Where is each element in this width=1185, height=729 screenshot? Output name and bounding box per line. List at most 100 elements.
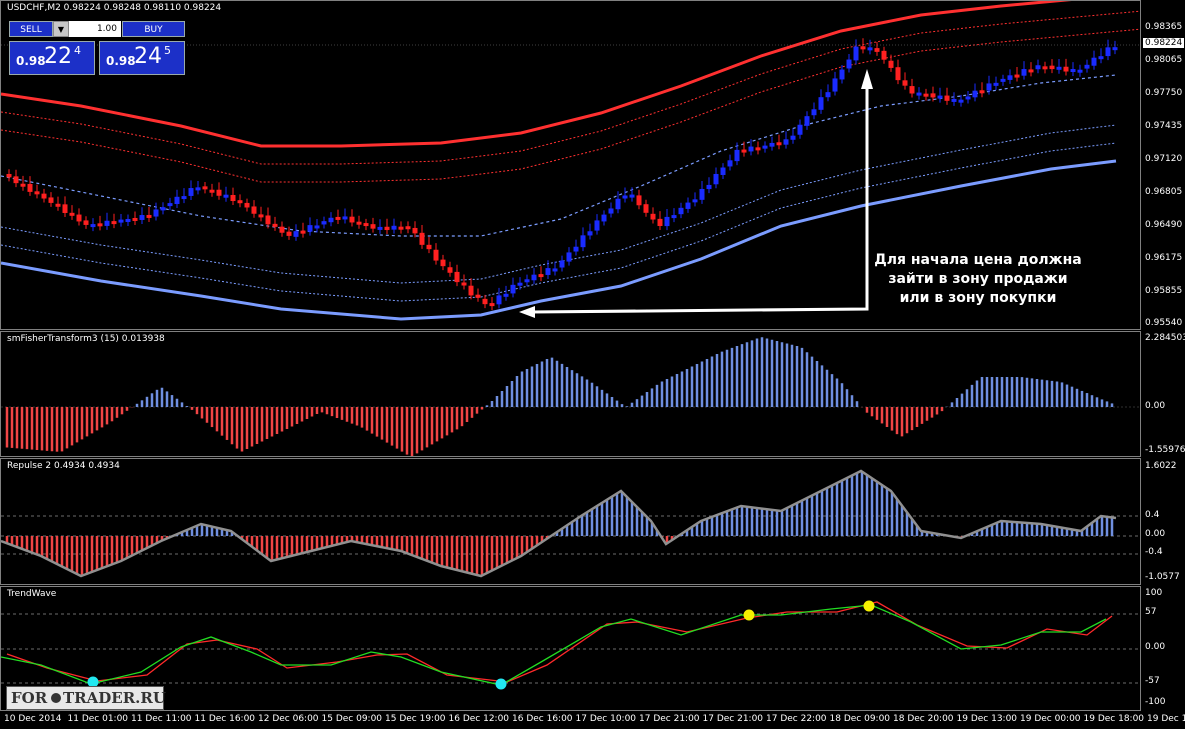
time-tick: 18 Dec 09:00 [829, 714, 891, 724]
price-tick: 0.96490 [1145, 220, 1183, 230]
time-tick: 11 Dec 11:00 [131, 714, 192, 724]
candle-body [804, 116, 810, 126]
candle-body [328, 217, 334, 223]
candle-body [1063, 66, 1069, 72]
candle-body [1091, 57, 1097, 66]
symbol-header: USDCHF,M2 0.98224 0.98248 0.98110 0.9822… [7, 3, 222, 13]
repulse-tick: 1.6022 [1145, 461, 1177, 471]
candle-body [958, 99, 964, 103]
candle-body [125, 218, 131, 222]
candle-body [1000, 78, 1006, 82]
candle-body [377, 226, 383, 230]
candle-body [300, 230, 306, 234]
candle-body [1028, 69, 1034, 73]
candle-body [349, 216, 355, 223]
candle-body [34, 191, 40, 195]
candle-body [83, 220, 89, 225]
candle-body [643, 204, 649, 213]
time-tick: 17 Dec 21:00 [702, 714, 764, 724]
price-tick: 0.97435 [1145, 121, 1183, 131]
candle-body [76, 214, 82, 222]
price-tick: 0.97750 [1145, 88, 1183, 98]
candle-body [272, 223, 278, 227]
trendwave-indicator-pane[interactable]: TrendWave [0, 586, 1141, 711]
candle-body [818, 97, 824, 110]
repulse-tick: 0.00 [1145, 529, 1166, 539]
fisher-histogram [1, 337, 1140, 456]
candle-body [636, 195, 642, 206]
candle-body [118, 219, 124, 223]
candle-body [265, 215, 271, 225]
candle-body [468, 285, 474, 296]
bid-big: 22 [44, 44, 72, 69]
candle-body [783, 139, 789, 145]
fisher-tick: 2.284503 [1145, 333, 1185, 343]
price-tick: 0.98065 [1145, 55, 1183, 65]
candle-body [321, 221, 327, 225]
trendwave-tick: 0.00 [1145, 642, 1166, 652]
candle-body [587, 231, 593, 236]
candle-body [874, 48, 880, 52]
candle-body [153, 209, 159, 217]
lot-spinner-down-icon[interactable]: ▼ [53, 21, 69, 37]
candle-body [881, 50, 887, 60]
trendwave-tick: -100 [1145, 697, 1166, 707]
ask-small: 0.98 [106, 54, 136, 68]
arrow-head-left-icon [519, 306, 535, 318]
sell-button[interactable]: SELL [9, 21, 53, 37]
candle-body [510, 284, 516, 294]
candle-body [1070, 69, 1076, 73]
candle-body [104, 220, 110, 226]
candle-body [664, 216, 670, 227]
candle-body [342, 216, 348, 220]
candle-body [146, 214, 152, 218]
candle-body [398, 226, 404, 230]
candle-body [160, 207, 166, 211]
candle-body [230, 194, 236, 202]
trendwave-lines [1, 600, 1140, 690]
candle-body [769, 142, 775, 147]
repulse-indicator-pane[interactable]: Repulse 2 0.4934 0.4934 [0, 458, 1141, 585]
candle-body [293, 231, 299, 237]
candle-body [27, 183, 33, 192]
candle-body [447, 267, 453, 273]
current-price-label: 0.98224 [1143, 38, 1185, 48]
candle-body [97, 223, 103, 227]
repulse-line [1, 469, 1117, 578]
candle-body [426, 244, 432, 250]
time-tick: 11 Dec 01:00 [67, 714, 129, 724]
fisher-tick: 0.00 [1145, 401, 1166, 411]
candle-body [258, 214, 264, 218]
time-tick: 17 Dec 10:00 [575, 714, 637, 724]
candle-body [1042, 66, 1048, 70]
candle-body [167, 203, 173, 207]
time-tick: 16 Dec 12:00 [448, 714, 510, 724]
lot-size-input[interactable]: 1.00 [69, 21, 121, 37]
ask-quote[interactable]: 0.98 24 5 [99, 41, 185, 75]
candle-body [839, 69, 845, 80]
candle-body [755, 147, 761, 151]
sell-signal-dot [743, 609, 755, 621]
candle-body [202, 186, 208, 190]
candle-body [174, 196, 180, 205]
candle-body [13, 176, 19, 184]
candle-body [538, 274, 544, 278]
time-tick: 15 Dec 19:00 [385, 714, 446, 724]
candle-body [181, 196, 187, 200]
fortrader-logo: FOR TRADER.RU [6, 686, 166, 710]
candle-body [335, 216, 341, 220]
price-tick: 0.95855 [1145, 286, 1183, 296]
fisher-indicator-pane[interactable]: smFisherTransform3 (15) 0.013938 [0, 331, 1141, 457]
logo-globe-icon [51, 693, 61, 703]
repulse-tick: -1.0577 [1145, 572, 1180, 582]
bid-quote[interactable]: 0.98 22 4 [9, 41, 95, 75]
candle-body [55, 203, 61, 207]
candle-body [1112, 47, 1118, 51]
price-tick: 0.96805 [1145, 187, 1183, 197]
candle-body [916, 92, 922, 96]
candle-body [132, 217, 138, 221]
buy-button[interactable]: BUY [122, 21, 185, 37]
price-chart-pane[interactable]: USDCHF,M2 0.98224 0.98248 0.98110 0.9822… [0, 0, 1141, 330]
candle-body [440, 259, 446, 267]
fisher-title: smFisherTransform3 (15) 0.013938 [7, 334, 165, 344]
